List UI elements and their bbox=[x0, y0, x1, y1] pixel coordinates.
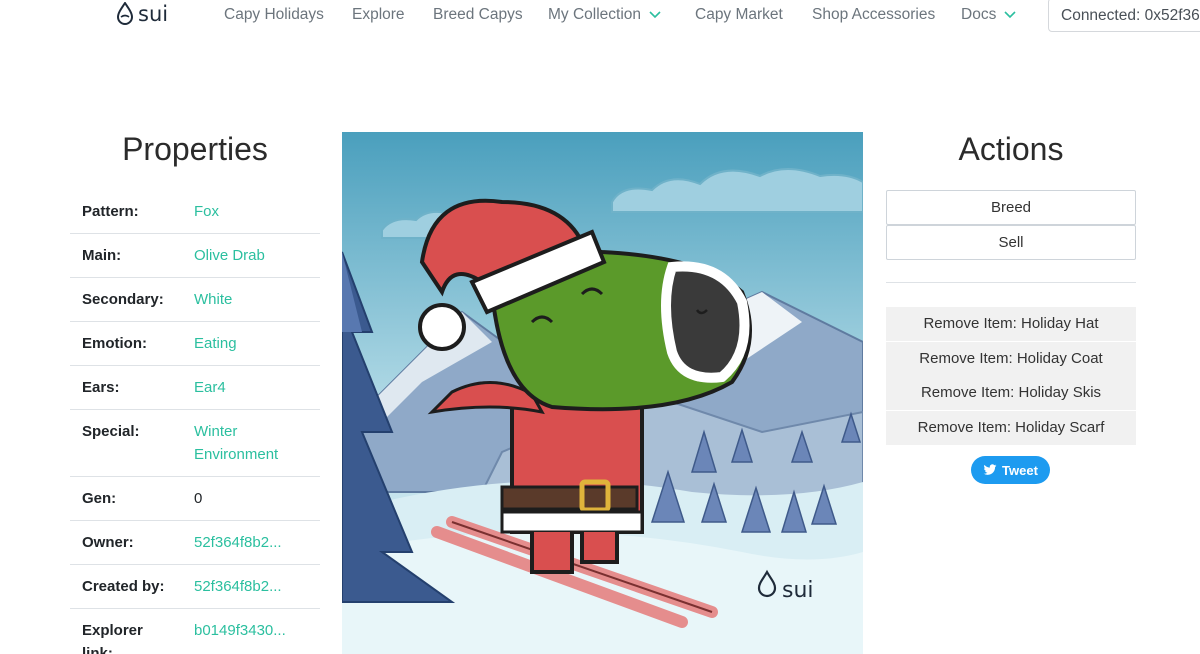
property-key: Pattern: bbox=[70, 190, 182, 234]
tweet-button[interactable]: Tweet bbox=[971, 456, 1050, 484]
twitter-bird-icon bbox=[983, 464, 997, 475]
properties-table: Pattern: Fox Main: Olive Drab Secondary: Wh… bbox=[70, 190, 320, 654]
wallet-connected-button[interactable]: Connected: 0x52f364f8b2 bbox=[1048, 0, 1200, 32]
explorer-link[interactable]: b0149f3430... bbox=[182, 608, 320, 654]
navbar: sui Capy Holidays Explore Breed Capys My… bbox=[0, 0, 1200, 32]
nav-my-collection-label: My Collection bbox=[548, 6, 642, 23]
nav-breed-capys[interactable]: Breed Capys bbox=[433, 6, 523, 24]
property-key: Gen: bbox=[70, 476, 182, 521]
nav-docs-label: Docs bbox=[961, 6, 997, 23]
owner-link[interactable]: 52f364f8b2... bbox=[182, 520, 320, 565]
remove-holiday-hat-button[interactable]: Remove Item: Holiday Hat bbox=[886, 307, 1136, 341]
table-row: Secondary: White bbox=[70, 277, 320, 322]
nav-docs[interactable]: Docs bbox=[961, 6, 1016, 24]
property-key: Special: bbox=[70, 409, 182, 477]
watermark-text: sui bbox=[782, 578, 814, 603]
creator-link[interactable]: 52f364f8b2... bbox=[182, 564, 320, 609]
property-value-link[interactable]: Fox bbox=[182, 190, 320, 234]
properties-title: Properties bbox=[122, 131, 268, 167]
nav-my-collection[interactable]: My Collection bbox=[548, 6, 661, 24]
chevron-down-icon bbox=[1004, 11, 1016, 19]
table-row: Pattern: Fox bbox=[70, 190, 320, 234]
tweet-label: Tweet bbox=[1002, 462, 1038, 478]
property-value-link[interactable]: Ear4 bbox=[182, 365, 320, 410]
table-row: Owner: 52f364f8b2... bbox=[70, 520, 320, 565]
property-key: Secondary: bbox=[70, 277, 182, 322]
table-row: Emotion: Eating bbox=[70, 321, 320, 366]
property-key: Emotion: bbox=[70, 321, 182, 366]
nav-explore[interactable]: Explore bbox=[352, 6, 405, 24]
property-key: Created by: bbox=[70, 564, 182, 609]
table-row: Main: Olive Drab bbox=[70, 233, 320, 278]
nav-capy-holidays[interactable]: Capy Holidays bbox=[224, 6, 324, 24]
table-row: Ears: Ear4 bbox=[70, 365, 320, 410]
remove-holiday-skis-button[interactable]: Remove Item: Holiday Skis bbox=[886, 376, 1136, 410]
property-key: Explorer link: bbox=[70, 608, 182, 654]
brand-logo[interactable]: sui bbox=[116, 2, 168, 26]
property-key: Owner: bbox=[70, 520, 182, 565]
table-row: Explorer link: b0149f3430... bbox=[70, 608, 320, 654]
capy-image: sui bbox=[342, 132, 863, 654]
capy-illustration: sui bbox=[342, 132, 863, 654]
property-value: 0 bbox=[182, 476, 320, 521]
brand-name: sui bbox=[138, 2, 169, 26]
property-value-link[interactable]: Winter Environment bbox=[182, 409, 320, 477]
sui-drop-icon bbox=[116, 2, 134, 25]
table-row: Created by: 52f364f8b2... bbox=[70, 564, 320, 609]
sell-button[interactable]: Sell bbox=[886, 225, 1136, 260]
table-row: Special: Winter Environment bbox=[70, 409, 320, 477]
table-row: Gen: 0 bbox=[70, 476, 320, 521]
property-value-link[interactable]: White bbox=[182, 277, 320, 322]
actions-title: Actions bbox=[958, 131, 1064, 167]
chevron-down-icon bbox=[649, 11, 661, 19]
remove-holiday-coat-button[interactable]: Remove Item: Holiday Coat bbox=[886, 342, 1136, 376]
property-key: Main: bbox=[70, 233, 182, 278]
nav-shop-accessories[interactable]: Shop Accessories bbox=[812, 6, 935, 24]
nav-capy-market[interactable]: Capy Market bbox=[695, 6, 783, 24]
property-value-link[interactable]: Olive Drab bbox=[182, 233, 320, 278]
divider bbox=[886, 282, 1136, 283]
property-key: Ears: bbox=[70, 365, 182, 410]
remove-holiday-scarf-button[interactable]: Remove Item: Holiday Scarf bbox=[886, 411, 1136, 445]
property-value-link[interactable]: Eating bbox=[182, 321, 320, 366]
breed-button[interactable]: Breed bbox=[886, 190, 1136, 225]
